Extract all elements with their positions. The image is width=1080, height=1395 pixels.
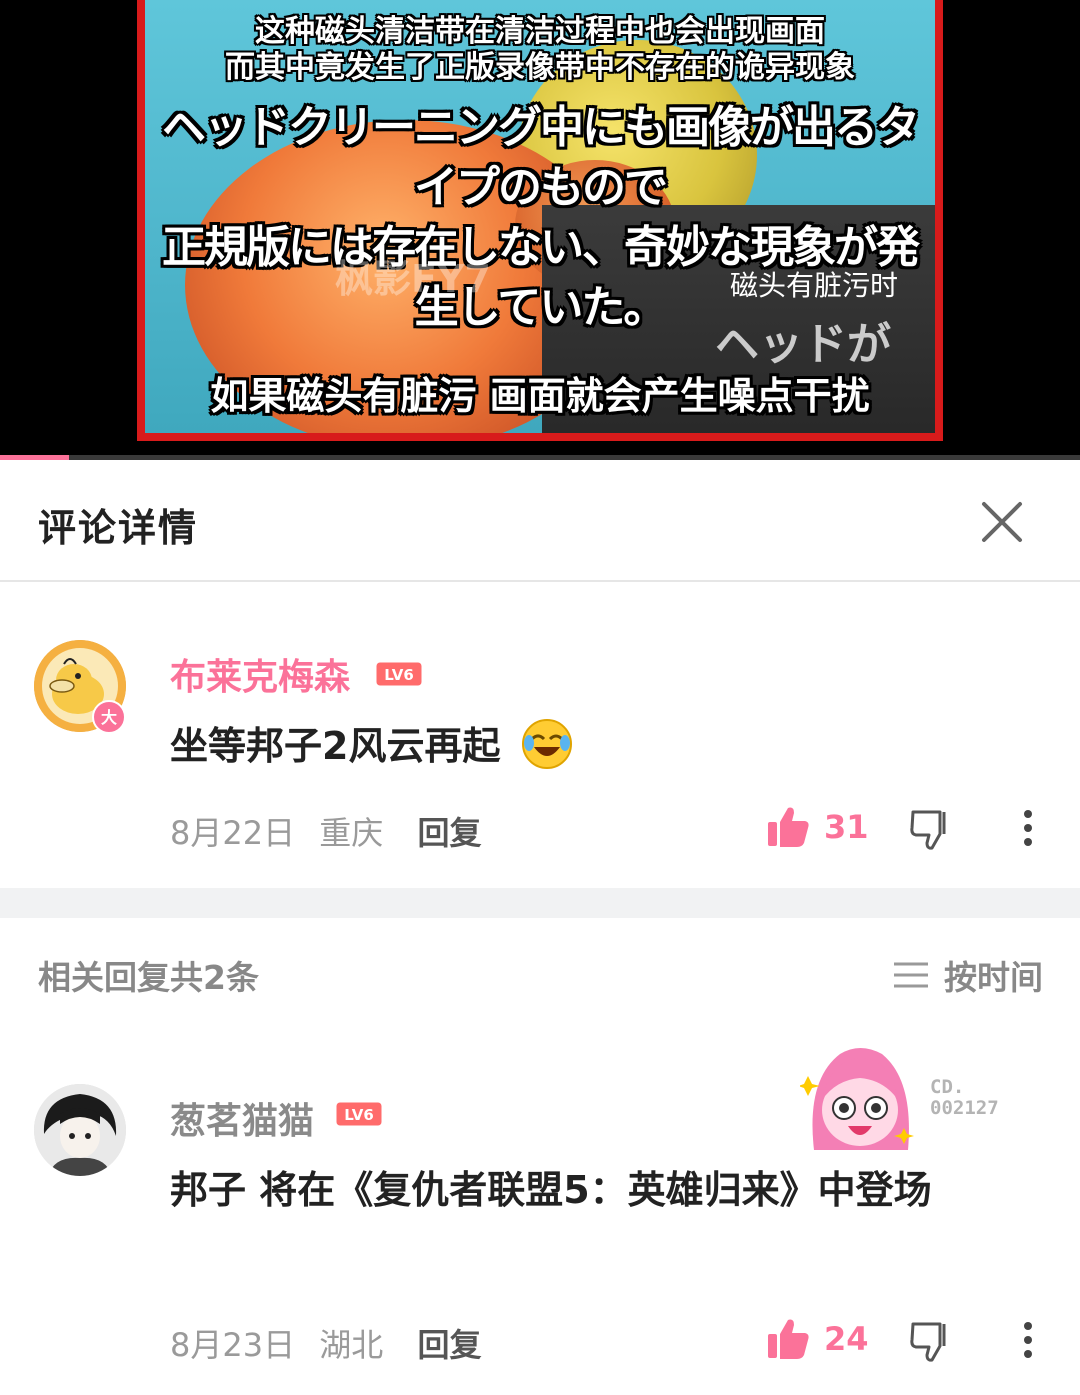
section-divider bbox=[0, 888, 1080, 918]
more-options-button[interactable] bbox=[1022, 1322, 1034, 1364]
reply-button[interactable]: 回复 bbox=[417, 1326, 481, 1364]
subtitle-cn-bottom: 如果磁头有脏污 画面就会产生噪点干扰 bbox=[210, 374, 870, 418]
vip-badge-text: 大 bbox=[101, 708, 117, 727]
subtitle-cn-top-line1: 这种磁头清洁带在清洁过程中也会出现画面 bbox=[255, 14, 825, 49]
avatar[interactable] bbox=[34, 1084, 126, 1176]
main-comment: 大 布莱克梅森 LV6 坐等邦子2风云再起 8月22日 重庆 回复 31 bbox=[0, 584, 1080, 888]
replies-count: 相关回复共2条 bbox=[38, 958, 259, 997]
reply-date: 8月23日 bbox=[170, 1326, 296, 1364]
subtitle-cn-top-line2: 而其中竟发生了正版录像带中不存在的诡异现象 bbox=[225, 50, 855, 85]
subtitle-cn-top: 这种磁头清洁带在清洁过程中也会出现画面 而其中竟发生了正版录像带中不存在的诡异现… bbox=[145, 14, 935, 86]
like-count: 24 bbox=[824, 1320, 869, 1358]
sort-label: 按时间 bbox=[944, 958, 1043, 997]
reply-text: 邦子 将在《复仇者联盟5：英雄归来》中登场 bbox=[170, 1168, 932, 1212]
subtitle-jp-line1: ヘッドクリーニング中にも画像が出るタイプのもので bbox=[162, 102, 920, 213]
page-title: 评论详情 bbox=[38, 506, 199, 550]
reply-location: 湖北 bbox=[319, 1326, 384, 1364]
level-badge-text: LV6 bbox=[344, 1106, 374, 1124]
video-player[interactable]: 这种磁头清洁带在清洁过程中也会出现画面 而其中竟发生了正版录像带中不存在的诡异现… bbox=[0, 0, 1080, 460]
laughing-crying-emoji-icon bbox=[521, 719, 572, 769]
more-options-button[interactable] bbox=[1022, 810, 1034, 852]
video-frame: 这种磁头清洁带在清洁过程中也会出现画面 而其中竟发生了正版录像带中不存在的诡异现… bbox=[137, 0, 943, 441]
thumbs-down-icon bbox=[910, 810, 946, 850]
comment-text-body: 坐等邦子2风云再起 bbox=[170, 724, 501, 768]
close-button[interactable] bbox=[976, 496, 1028, 548]
decor-code: CD. 002127 bbox=[930, 1077, 999, 1119]
thumbs-up-icon bbox=[768, 807, 809, 847]
reply-username[interactable]: 葱茗猫猫 bbox=[170, 1092, 314, 1144]
level-badge-text: LV6 bbox=[384, 666, 414, 684]
thumbs-down-icon bbox=[910, 1322, 946, 1362]
caption-jp: ヘッドが bbox=[715, 319, 891, 370]
level-badge-icon: LV6 bbox=[376, 662, 422, 686]
vip-badge-icon: 大 bbox=[92, 700, 126, 734]
anime-boy-avatar-icon bbox=[34, 1084, 126, 1176]
dislike-button[interactable] bbox=[910, 1320, 954, 1366]
decor-code-line1: CD. bbox=[930, 1076, 965, 1098]
comment-date: 8月22日 bbox=[170, 814, 296, 852]
like-button[interactable]: 31 bbox=[766, 806, 869, 848]
thumbs-up-icon bbox=[768, 1319, 809, 1359]
comment-meta: 8月22日 重庆 回复 bbox=[170, 808, 495, 854]
reply-meta: 8月23日 湖北 回复 bbox=[170, 1320, 495, 1366]
menu-lines-icon bbox=[894, 962, 928, 988]
like-count: 31 bbox=[824, 808, 869, 846]
comment-username[interactable]: 布莱克梅森 bbox=[170, 648, 350, 700]
comment-location: 重庆 bbox=[319, 814, 384, 852]
watermark: 枫影FY7 bbox=[335, 257, 491, 301]
sort-by-time-button[interactable]: 按时间 bbox=[892, 951, 1043, 999]
close-icon bbox=[982, 502, 1022, 542]
dislike-button[interactable] bbox=[910, 808, 954, 854]
level-badge-icon: LV6 bbox=[336, 1102, 382, 1126]
reply-button[interactable]: 回复 bbox=[417, 814, 481, 852]
comment-detail-header: 评论详情 bbox=[0, 460, 1080, 582]
replies-header: 相关回复共2条 按时间 bbox=[0, 918, 1080, 1028]
decor-code-line2: 002127 bbox=[930, 1097, 999, 1119]
like-button[interactable]: 24 bbox=[766, 1318, 869, 1360]
comment-text: 坐等邦子2风云再起 bbox=[170, 712, 1020, 780]
caption-small: 磁头有脏污时 bbox=[730, 269, 899, 302]
pink-girl-sticker-icon bbox=[800, 1048, 914, 1150]
